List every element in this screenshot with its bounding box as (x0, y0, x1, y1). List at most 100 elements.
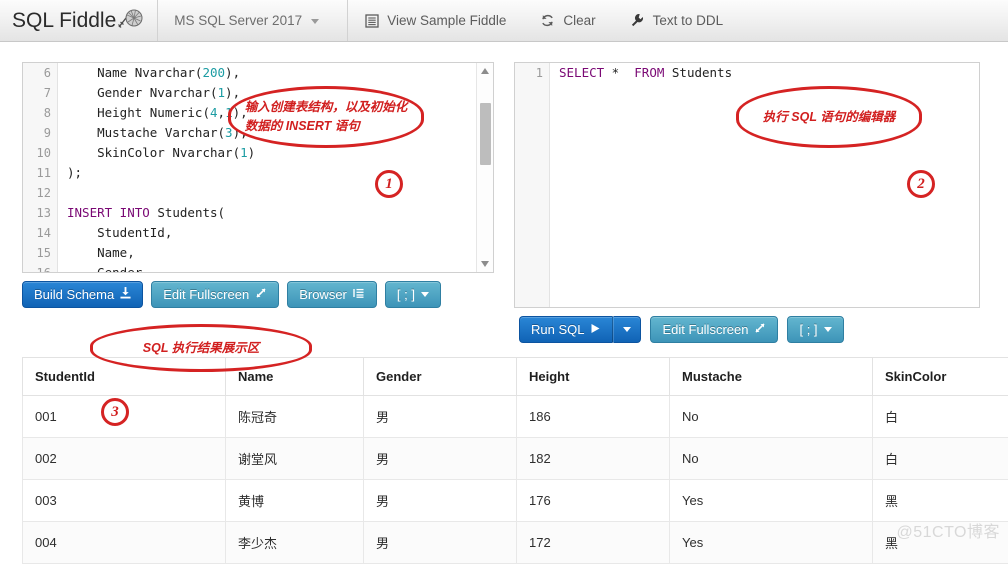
table-cell: 陈冠奇 (226, 396, 364, 438)
line-number: 15 (23, 243, 57, 263)
table-cell: 002 (23, 438, 226, 480)
run-sql-button[interactable]: Run SQL (519, 316, 613, 343)
result-column-header[interactable]: StudentId (23, 358, 226, 396)
code-token: ), (225, 85, 240, 100)
result-column-header[interactable]: Mustache (670, 358, 873, 396)
scroll-up-arrow-icon[interactable] (481, 68, 489, 74)
table-cell: 谢堂风 (226, 438, 364, 480)
code-token: * (604, 65, 634, 80)
code-line[interactable] (67, 183, 493, 203)
schema-code-editor[interactable]: 678910111213141516 Name Nvarchar(200), G… (22, 62, 494, 273)
view-sample-fiddle-button[interactable]: View Sample Fiddle (348, 0, 523, 41)
result-column-header[interactable]: Height (517, 358, 670, 396)
statement-separator-query-button[interactable]: [ ; ] (787, 316, 843, 343)
table-cell: No (670, 438, 873, 480)
query-code-editor[interactable]: 1 SELECT * FROM Students (514, 62, 980, 308)
result-column-header[interactable]: Gender (364, 358, 517, 396)
table-cell: 男 (364, 480, 517, 522)
code-token: ), (233, 105, 248, 120)
run-sql-dropdown-button[interactable] (613, 316, 641, 343)
brand-logo-area[interactable]: SQL Fiddle (0, 0, 158, 41)
table-cell: Yes (670, 522, 873, 564)
result-column-header[interactable]: SkinColor (873, 358, 1008, 396)
code-line[interactable]: Mustache Varchar(3), (67, 123, 493, 143)
code-token: ), (233, 125, 248, 140)
chevron-down-icon (311, 19, 319, 24)
query-code-area[interactable]: 1 SELECT * FROM Students (515, 63, 979, 307)
code-token: ) (248, 145, 256, 160)
table-cell: 172 (517, 522, 670, 564)
chevron-down-icon (824, 327, 832, 332)
database-selector[interactable]: MS SQL Server 2017 (158, 0, 348, 41)
clear-label: Clear (563, 13, 595, 28)
chevron-down-icon (421, 292, 429, 297)
code-token: SkinColor Nvarchar( (67, 145, 240, 160)
code-token: SELECT (559, 65, 604, 80)
table-cell: 白 (873, 396, 1008, 438)
code-line[interactable]: ); (67, 163, 493, 183)
code-token: 1 (225, 105, 233, 120)
line-number: 10 (23, 143, 57, 163)
table-cell: 李少杰 (226, 522, 364, 564)
table-cell: No (670, 396, 873, 438)
table-cell: 004 (23, 522, 226, 564)
browser-indent-icon (353, 287, 365, 302)
fiddle-shell-icon (117, 8, 143, 35)
table-row: 002谢堂风男182No白 (23, 438, 1008, 480)
list-document-icon (365, 14, 379, 28)
result-column-header[interactable]: Name (226, 358, 364, 396)
line-number: 16 (23, 263, 57, 273)
result-table-head: StudentIdNameGenderHeightMustacheSkinCol… (23, 358, 1008, 396)
table-cell: 男 (364, 438, 517, 480)
line-number: 12 (23, 183, 57, 203)
chevron-down-icon (623, 327, 631, 332)
text-to-ddl-label: Text to DDL (653, 13, 724, 28)
line-number: 11 (23, 163, 57, 183)
download-icon (120, 287, 131, 302)
table-cell: Yes (670, 480, 873, 522)
view-sample-fiddle-label: View Sample Fiddle (387, 13, 506, 28)
run-sql-split-button[interactable]: Run SQL (519, 316, 641, 343)
code-token: FROM (634, 65, 664, 80)
schema-editor-lines[interactable]: Name Nvarchar(200), Gender Nvarchar(1), … (67, 63, 493, 273)
code-line[interactable]: StudentId, (67, 223, 493, 243)
schema-editor-scrollbar[interactable] (476, 63, 493, 272)
edit-fullscreen-schema-button[interactable]: Edit Fullscreen (151, 281, 279, 308)
line-number: 8 (23, 103, 57, 123)
code-token: 4 (210, 105, 218, 120)
scroll-down-arrow-icon[interactable] (481, 261, 489, 267)
browser-button[interactable]: Browser (287, 281, 377, 308)
code-line[interactable]: SELECT * FROM Students (559, 63, 979, 83)
clear-button[interactable]: Clear (523, 0, 612, 41)
code-token: ), (225, 65, 240, 80)
edit-fullscreen-schema-label: Edit Fullscreen (163, 287, 249, 302)
line-number: 9 (23, 123, 57, 143)
code-line[interactable]: SkinColor Nvarchar(1) (67, 143, 493, 163)
annotation-three-text: SQL 执行结果展示区 (143, 339, 259, 358)
code-line[interactable]: Gender Nvarchar(1), (67, 83, 493, 103)
build-schema-button[interactable]: Build Schema (22, 281, 143, 308)
statement-separator-schema-button[interactable]: [ ; ] (385, 281, 441, 308)
code-line[interactable]: Name Nvarchar(200), (67, 63, 493, 83)
edit-fullscreen-query-button[interactable]: Edit Fullscreen (650, 316, 778, 343)
query-editor-lines[interactable]: SELECT * FROM Students (559, 63, 979, 83)
schema-toolbar: Build Schema Edit Fullscreen Browser (22, 281, 441, 308)
query-toolbar: Run SQL Edit Fullscreen [ ; ] (519, 316, 844, 343)
scrollbar-thumb[interactable] (480, 103, 491, 165)
code-token: Mustache Varchar( (67, 125, 225, 140)
code-token: 1 (218, 85, 226, 100)
table-cell: 001 (23, 396, 226, 438)
text-to-ddl-button[interactable]: Text to DDL (613, 0, 741, 41)
code-line[interactable]: Height Numeric(4,1), (67, 103, 493, 123)
code-line[interactable]: Gender, (67, 263, 493, 273)
table-row: 004李少杰男172Yes黑 (23, 522, 1008, 564)
code-token: INSERT INTO (67, 205, 150, 220)
schema-code-area[interactable]: 678910111213141516 Name Nvarchar(200), G… (23, 63, 493, 272)
code-line[interactable]: Name, (67, 243, 493, 263)
code-line[interactable]: INSERT INTO Students( (67, 203, 493, 223)
run-sql-label: Run SQL (531, 322, 584, 337)
database-selector-value: MS SQL Server 2017 (174, 13, 302, 28)
code-token: Students( (150, 205, 225, 220)
table-row: 003黄博男176Yes黑 (23, 480, 1008, 522)
code-token: 200 (202, 65, 225, 80)
